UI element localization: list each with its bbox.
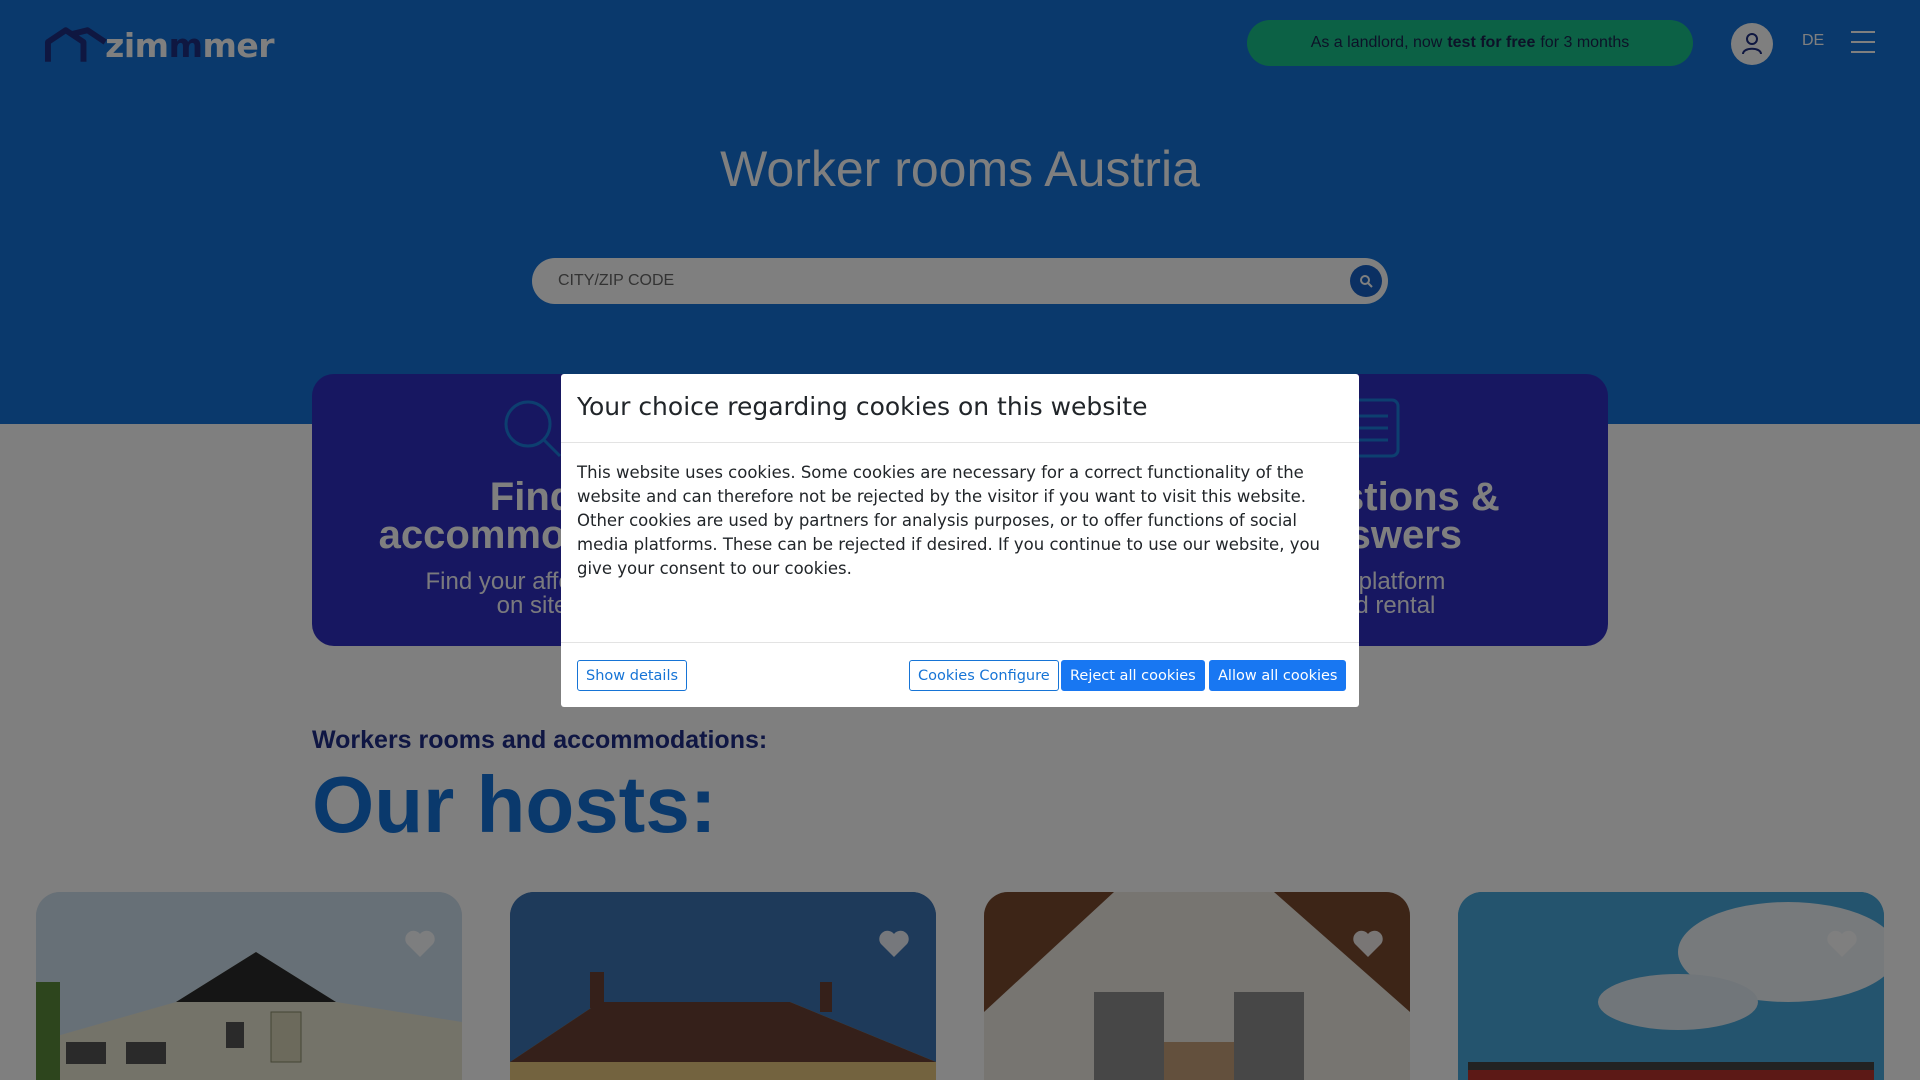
modal-title: Your choice regarding cookies on this we…: [577, 392, 1148, 421]
cookies-configure-button[interactable]: Cookies Configure: [909, 660, 1059, 691]
modal-footer: Show details Cookies Configure Reject al…: [561, 643, 1359, 706]
allow-all-cookies-button[interactable]: Allow all cookies: [1209, 660, 1347, 691]
modal-body-text: This website uses cookies. Some cookies …: [561, 443, 1359, 643]
reject-all-cookies-button[interactable]: Reject all cookies: [1061, 660, 1205, 691]
cookie-consent-dialog: Your choice regarding cookies on this we…: [561, 374, 1359, 707]
show-details-button[interactable]: Show details: [577, 660, 688, 691]
modal-header: Your choice regarding cookies on this we…: [561, 374, 1359, 443]
